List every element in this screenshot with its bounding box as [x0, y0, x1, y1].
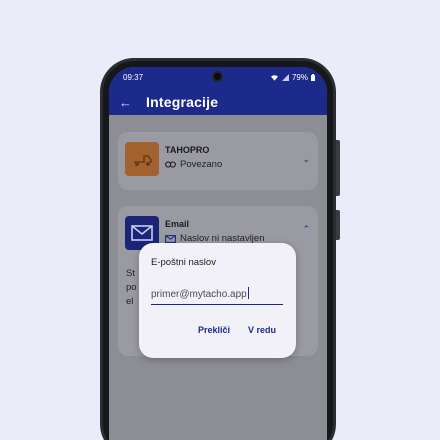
text-caret [247, 287, 249, 299]
wifi-icon [270, 74, 278, 81]
dialog-title: E-poštni naslov [151, 257, 216, 268]
battery-percent: 79% [291, 72, 308, 82]
status-indicators: 79% [270, 73, 315, 82]
chevron-down-icon[interactable]: ⌄ [302, 154, 310, 165]
email-dialog: E-poštni naslov primer@mytacho.app Prekl… [139, 243, 296, 358]
link-icon [165, 161, 176, 168]
card-status: Povezano [165, 159, 222, 170]
volume-button [336, 140, 340, 196]
truck-icon [134, 155, 152, 166]
page-title: Integracije [146, 94, 219, 110]
card-body-text: po [126, 282, 137, 293]
card-title: TAHOPRO [165, 145, 210, 155]
status-time: 09:37 [123, 72, 144, 82]
cancel-button[interactable]: Prekliči [198, 325, 230, 335]
tahopro-logo-icon [125, 142, 159, 176]
card-title: Email [165, 219, 190, 229]
email-input[interactable]: primer@mytacho.app [151, 283, 283, 305]
power-button [336, 210, 340, 240]
email-value: primer@mytacho.app [151, 289, 247, 300]
top-bar: 09:37 79% ← Integracije [109, 67, 327, 115]
back-arrow-icon[interactable]: ← [119, 95, 132, 110]
card-body-text: St [126, 268, 135, 279]
signal-icon [281, 73, 289, 81]
app-bar: ← Integracije [109, 89, 327, 115]
front-camera [212, 71, 223, 82]
integration-card-tahopro[interactable]: TAHOPRO Povezano ⌄ [118, 132, 318, 190]
ok-button[interactable]: V redu [248, 325, 276, 335]
chevron-up-icon[interactable]: ⌃ [302, 224, 310, 235]
card-body-text: el [126, 296, 134, 307]
email-input-text[interactable]: primer@mytacho.app [151, 287, 249, 300]
dialog-actions: Prekliči V redu [198, 325, 276, 335]
battery-icon [311, 73, 315, 81]
card-status-text: Povezano [180, 159, 223, 170]
mail-small-icon [165, 234, 176, 243]
